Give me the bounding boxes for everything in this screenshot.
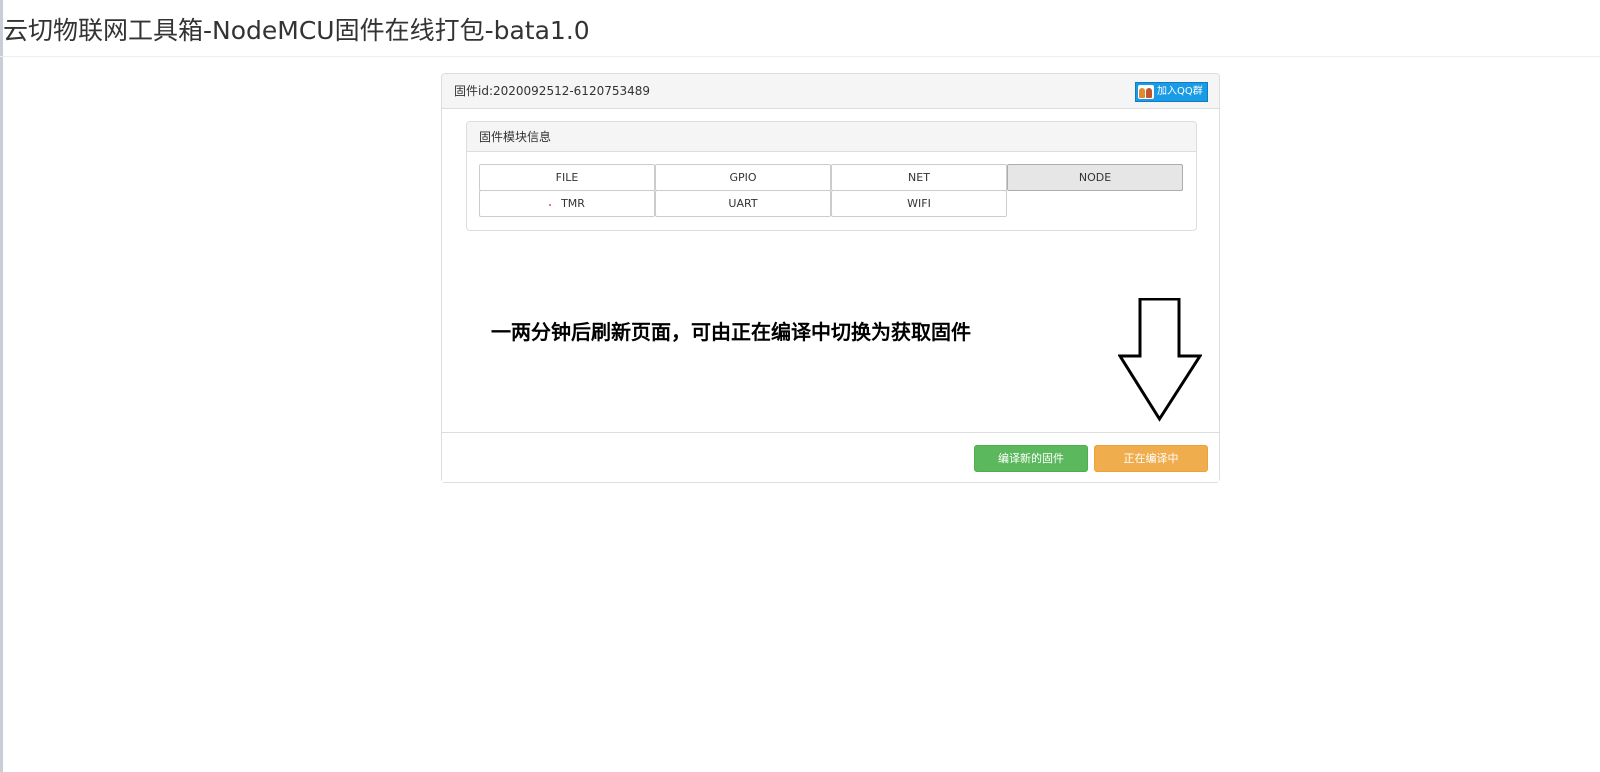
refresh-annotation: 一两分钟后刷新页面，可由正在编译中切换为获取固件 xyxy=(491,320,971,344)
left-edge-border xyxy=(0,0,3,772)
module-info-title: 固件模块信息 xyxy=(479,130,552,144)
compiling-status-button[interactable]: 正在编译中 xyxy=(1094,445,1208,472)
red-dot-icon xyxy=(549,204,552,206)
firmware-id-label: 固件id:2020092512-6120753489 xyxy=(454,84,651,98)
firmware-panel: 固件id:2020092512-6120753489 加入QQ群 固件模块信息 … xyxy=(441,73,1220,483)
module-button-net[interactable]: NET xyxy=(831,164,1007,191)
join-qq-group-button[interactable]: 加入QQ群 xyxy=(1135,82,1208,102)
module-button-tmr-label: TMR xyxy=(561,197,585,210)
module-info-heading: 固件模块信息 xyxy=(467,122,1196,152)
module-button-file[interactable]: FILE xyxy=(479,164,655,191)
module-info-panel: 固件模块信息 FILE GPIO NET NODE TMR UART WIFI xyxy=(466,121,1197,231)
qq-group-icon xyxy=(1138,85,1154,99)
firmware-panel-heading: 固件id:2020092512-6120753489 加入QQ群 xyxy=(442,74,1219,109)
module-button-wifi[interactable]: WIFI xyxy=(831,190,1007,217)
module-button-node[interactable]: NODE xyxy=(1007,164,1183,191)
compile-new-firmware-button[interactable]: 编译新的固件 xyxy=(974,445,1088,472)
page-header: 云切物联网工具箱-NodeMCU固件在线打包-bata1.0 xyxy=(0,0,1600,57)
module-button-gpio[interactable]: GPIO xyxy=(655,164,831,191)
firmware-panel-footer: 编译新的固件 正在编译中 xyxy=(442,432,1219,482)
join-qq-group-label: 加入QQ群 xyxy=(1157,86,1203,97)
page-title: 云切物联网工具箱-NodeMCU固件在线打包-bata1.0 xyxy=(3,16,590,45)
down-arrow-icon xyxy=(1118,298,1202,422)
module-button-tmr[interactable]: TMR xyxy=(479,190,655,217)
module-button-uart[interactable]: UART xyxy=(655,190,831,217)
